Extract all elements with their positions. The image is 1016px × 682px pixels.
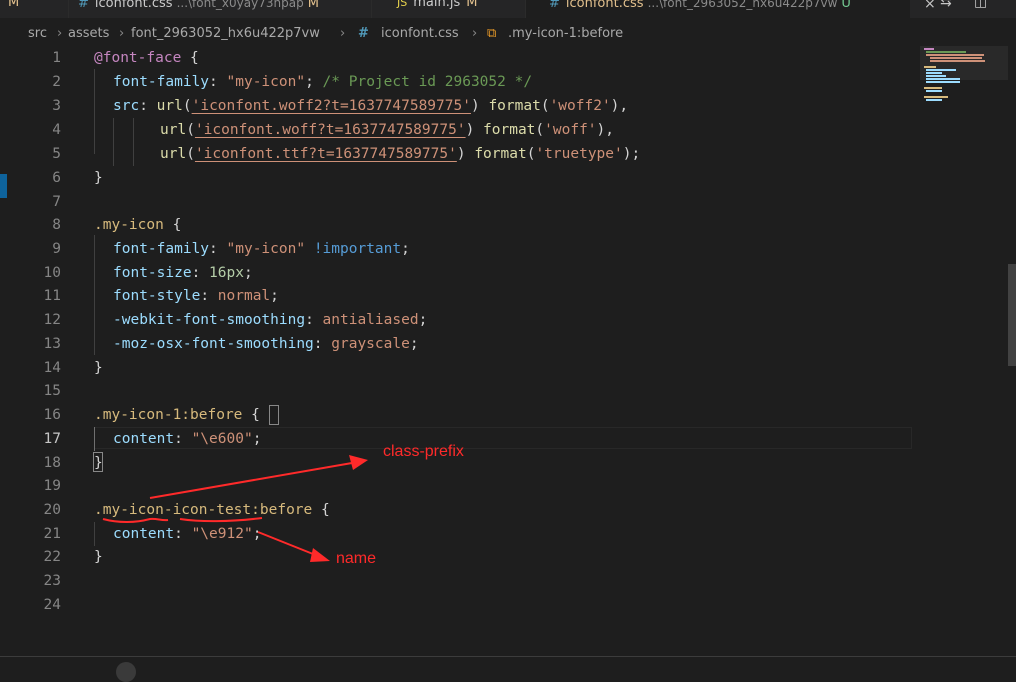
indent-guide	[94, 522, 95, 546]
chevron-right-icon: ›	[340, 26, 346, 41]
split-editor-icon[interactable]: ◫	[974, 0, 987, 10]
code-line-2: font-family: "my-icon"; /* Project id 29…	[113, 74, 533, 90]
tab-description: ...\font_2963052_hx6u422p7vw	[647, 0, 838, 10]
tab-0[interactable]: M	[0, 0, 68, 18]
line-number-current: 17	[43, 431, 61, 447]
chevron-right-icon: ›	[119, 26, 125, 41]
breadcrumb-assets[interactable]: assets	[68, 26, 109, 41]
tab-label: iconfont.css	[94, 0, 173, 11]
css-file-icon: #	[549, 0, 560, 11]
annotation-name: name	[336, 550, 377, 567]
bracket-match-highlight	[269, 405, 279, 425]
line-number: 24	[43, 597, 61, 613]
tab-modified-badge: M	[466, 0, 478, 10]
chevron-right-icon: ›	[472, 26, 478, 41]
indent-guide	[94, 235, 95, 355]
code-line-3: src: url('iconfont.woff2?t=1637747589775…	[113, 98, 629, 114]
bottom-panel-edge	[0, 656, 1016, 672]
close-tab-icon[interactable]: ×	[924, 0, 936, 12]
tab-bar: M # iconfont.css ...\font_x0yay73hpap M JS m…	[0, 0, 1016, 18]
line-number: 13	[43, 336, 61, 352]
tab-main-js[interactable]: JS main.js M	[372, 0, 525, 18]
line-number: 12	[43, 312, 61, 328]
code-line-9: font-family: "my-icon" !important;	[113, 241, 410, 257]
code-line-11: font-style: normal;	[113, 288, 279, 304]
scrollbar-thumb[interactable]	[1008, 264, 1016, 366]
symbol-class-icon: ⧉	[487, 26, 497, 41]
breadcrumb-src[interactable]: src	[28, 26, 47, 41]
css-file-icon: #	[78, 0, 89, 11]
line-number: 10	[43, 265, 61, 281]
line-number: 20	[43, 502, 61, 518]
code-line-22: }	[94, 549, 103, 565]
line-number: 7	[52, 194, 61, 210]
line-number: 1	[52, 50, 61, 66]
line-number: 19	[43, 478, 61, 494]
code-line-16: .my-icon-1:before {	[94, 407, 260, 423]
line-number: 23	[43, 573, 61, 589]
code-line-10: font-size: 16px;	[113, 265, 253, 281]
code-line-13: -moz-osx-font-smoothing: grayscale;	[113, 336, 419, 352]
line-number: 15	[43, 383, 61, 399]
line-number: 18	[43, 455, 61, 471]
line-number: 5	[52, 146, 61, 162]
line-number: 22	[43, 549, 61, 565]
code-line-1: @font-face {	[94, 50, 199, 66]
code-line-12: -webkit-font-smoothing: antialiased;	[113, 312, 428, 328]
indent-guide	[113, 118, 114, 166]
line-number: 21	[43, 526, 61, 542]
line-number: 8	[52, 217, 61, 233]
css-file-icon: #	[358, 26, 369, 41]
code-line-21: content: "\e912";	[113, 526, 262, 542]
tab-label: main.js	[413, 0, 461, 10]
line-number: 14	[43, 360, 61, 376]
indent-guide	[133, 118, 134, 166]
breadcrumb: src › assets › font_2963052_hx6u422p7vw …	[0, 22, 920, 46]
code-editor[interactable]: 1 2 3 4 5 6 7 8 9 10 11 12 13 14 15 16 1…	[0, 46, 920, 656]
minimap[interactable]	[920, 46, 1016, 656]
tab-description: ...\font_x0yay73hpap	[176, 0, 304, 10]
code-line-14: }	[94, 360, 103, 376]
line-number: 16	[43, 407, 61, 423]
line-number: 2	[52, 74, 61, 90]
tab-untracked-badge: U	[841, 0, 851, 11]
account-avatar[interactable]	[116, 662, 136, 682]
code-line-8: .my-icon {	[94, 217, 182, 233]
tab-iconfont-css-active[interactable]: # iconfont.css ...\font_2963052_hx6u422p7v…	[526, 0, 910, 18]
tab-modified-badge: M	[307, 0, 319, 11]
code-line-4: url('iconfont.woff?t=1637747589775') for…	[160, 122, 615, 138]
line-number: 9	[52, 241, 61, 257]
line-number: 6	[52, 170, 61, 186]
compare-changes-icon[interactable]: ⇆	[940, 0, 952, 10]
tab-label: iconfont.css	[565, 0, 644, 11]
js-file-icon: JS	[397, 0, 408, 9]
line-number: 3	[52, 98, 61, 114]
code-line-18: }	[94, 455, 103, 471]
code-line-6: }	[94, 170, 103, 186]
breadcrumb-symbol[interactable]: .my-icon-1:before	[508, 26, 623, 41]
breadcrumb-file[interactable]: iconfont.css	[381, 26, 459, 41]
indent-guide	[94, 69, 95, 154]
tab-iconfont-css-1[interactable]: # iconfont.css ...\font_x0yay73hpap M	[69, 0, 371, 18]
code-line-20: .my-icon-icon-test:before {	[94, 502, 330, 518]
line-number: 11	[43, 288, 61, 304]
line-number: 4	[52, 122, 61, 138]
indent-guide-active	[94, 427, 95, 451]
editor-actions: × ⇆ ◫	[916, 0, 1016, 18]
breadcrumb-font-folder[interactable]: font_2963052_hx6u422p7vw	[131, 26, 320, 41]
chevron-right-icon: ›	[57, 26, 63, 41]
code-line-5: url('iconfont.ttf?t=1637747589775') form…	[160, 146, 641, 162]
tab-modified-badge: M	[8, 0, 20, 10]
code-line-17: content: "\e600";	[113, 431, 262, 447]
annotation-class-prefix: class-prefix	[383, 443, 464, 460]
